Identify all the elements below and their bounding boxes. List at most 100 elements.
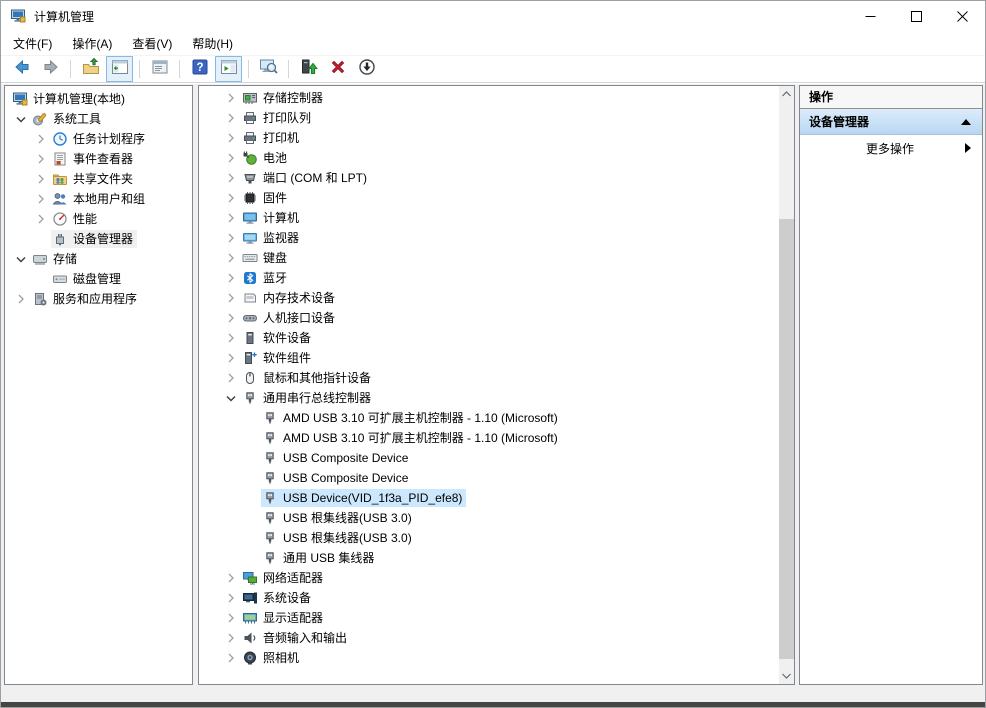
chevron-collapsed-icon[interactable] bbox=[221, 310, 241, 326]
chevron-collapsed-icon[interactable] bbox=[221, 270, 241, 286]
row-content[interactable]: AMD USB 3.10 可扩展主机控制器 - 1.10 (Microsoft) bbox=[261, 409, 562, 427]
row-content[interactable]: 人机接口设备 bbox=[241, 309, 339, 327]
row-content[interactable]: 性能 bbox=[51, 210, 101, 228]
forward-button[interactable] bbox=[37, 56, 64, 82]
vertical-scrollbar[interactable] bbox=[779, 86, 794, 684]
tree-row[interactable]: 服务和应用程序 bbox=[5, 289, 192, 309]
row-content[interactable]: USB 根集线器(USB 3.0) bbox=[261, 529, 416, 547]
chevron-collapsed-icon[interactable] bbox=[221, 610, 241, 626]
tree-row[interactable]: 软件组件 bbox=[199, 348, 779, 368]
row-content[interactable]: 系统工具 bbox=[31, 110, 105, 128]
tree-row[interactable]: 软件设备 bbox=[199, 328, 779, 348]
row-content[interactable]: 照相机 bbox=[241, 649, 303, 667]
chevron-collapsed-icon[interactable] bbox=[221, 170, 241, 186]
tree-row[interactable]: 通用 USB 集线器 bbox=[199, 548, 779, 568]
chevron-collapsed-icon[interactable] bbox=[221, 630, 241, 646]
chevron-collapsed-icon[interactable] bbox=[31, 131, 51, 147]
selected-row-content[interactable]: 设备管理器 bbox=[51, 230, 137, 248]
tree-row[interactable]: 照相机 bbox=[199, 648, 779, 668]
row-content[interactable]: 电池 bbox=[241, 149, 291, 167]
update-driver-button[interactable] bbox=[295, 56, 322, 82]
tree-row[interactable]: 系统工具 bbox=[5, 109, 192, 129]
show-console-tree-button[interactable] bbox=[106, 56, 133, 82]
tree-row[interactable]: 计算机 bbox=[199, 208, 779, 228]
row-content[interactable]: 蓝牙 bbox=[241, 269, 291, 287]
tree-row[interactable]: 电池 bbox=[199, 148, 779, 168]
help-button[interactable]: ? bbox=[186, 56, 213, 82]
row-content[interactable]: 键盘 bbox=[241, 249, 291, 267]
row-content[interactable]: 监视器 bbox=[241, 229, 303, 247]
row-content[interactable]: 共享文件夹 bbox=[51, 170, 137, 188]
tree-row[interactable]: 打印机 bbox=[199, 128, 779, 148]
row-content[interactable]: 端口 (COM 和 LPT) bbox=[241, 169, 371, 187]
show-action-pane-button[interactable] bbox=[215, 56, 242, 82]
back-button[interactable] bbox=[8, 56, 35, 82]
chevron-collapsed-icon[interactable] bbox=[221, 570, 241, 586]
chevron-collapsed-icon[interactable] bbox=[221, 90, 241, 106]
tree-row[interactable]: 内存技术设备 bbox=[199, 288, 779, 308]
tree-row[interactable]: 显示适配器 bbox=[199, 608, 779, 628]
chevron-collapsed-icon[interactable] bbox=[221, 330, 241, 346]
scroll-down-button[interactable] bbox=[779, 668, 794, 684]
menu-item-2[interactable]: 操作(A) bbox=[62, 31, 122, 56]
chevron-expanded-icon[interactable] bbox=[11, 251, 31, 267]
menu-item-3[interactable]: 查看(V) bbox=[122, 31, 182, 56]
disable-device-button[interactable] bbox=[353, 56, 380, 82]
tree-row[interactable]: 本地用户和组 bbox=[5, 189, 192, 209]
scroll-up-button[interactable] bbox=[779, 86, 794, 102]
tree-row[interactable]: AMD USB 3.10 可扩展主机控制器 - 1.10 (Microsoft) bbox=[199, 408, 779, 428]
tree-row[interactable]: 设备管理器 bbox=[5, 229, 192, 249]
tree-row[interactable]: 音频输入和输出 bbox=[199, 628, 779, 648]
chevron-expanded-icon[interactable] bbox=[221, 390, 241, 406]
row-content[interactable]: 显示适配器 bbox=[241, 609, 327, 627]
row-content[interactable]: 通用 USB 集线器 bbox=[261, 549, 378, 567]
row-content[interactable]: 固件 bbox=[241, 189, 291, 207]
close-button[interactable] bbox=[939, 1, 985, 31]
row-content[interactable]: 打印机 bbox=[241, 129, 303, 147]
minimize-button[interactable] bbox=[847, 1, 893, 31]
chevron-collapsed-icon[interactable] bbox=[221, 290, 241, 306]
tree-row[interactable]: 系统设备 bbox=[199, 588, 779, 608]
row-content[interactable]: 鼠标和其他指针设备 bbox=[241, 369, 375, 387]
row-content[interactable]: 打印队列 bbox=[241, 109, 315, 127]
menu-item-4[interactable]: 帮助(H) bbox=[182, 31, 243, 56]
tree-row[interactable]: 性能 bbox=[5, 209, 192, 229]
tree-row[interactable]: AMD USB 3.10 可扩展主机控制器 - 1.10 (Microsoft) bbox=[199, 428, 779, 448]
chevron-collapsed-icon[interactable] bbox=[221, 350, 241, 366]
tree-row[interactable]: USB 根集线器(USB 3.0) bbox=[199, 508, 779, 528]
row-content[interactable]: 本地用户和组 bbox=[51, 190, 149, 208]
tree-row[interactable]: USB Composite Device bbox=[199, 468, 779, 488]
scan-hardware-changes-button[interactable] bbox=[255, 56, 282, 82]
chevron-collapsed-icon[interactable] bbox=[31, 171, 51, 187]
selected-row-content[interactable]: USB Device(VID_1f3a_PID_efe8) bbox=[261, 489, 466, 507]
row-content[interactable]: 软件组件 bbox=[241, 349, 315, 367]
row-content[interactable]: USB Composite Device bbox=[261, 469, 412, 487]
row-content[interactable]: 事件查看器 bbox=[51, 150, 137, 168]
tree-row[interactable]: 人机接口设备 bbox=[199, 308, 779, 328]
row-content[interactable]: 音频输入和输出 bbox=[241, 629, 351, 647]
chevron-collapsed-icon[interactable] bbox=[31, 151, 51, 167]
tree-row[interactable]: 磁盘管理 bbox=[5, 269, 192, 289]
row-content[interactable]: 任务计划程序 bbox=[51, 130, 149, 148]
uninstall-device-button[interactable] bbox=[324, 56, 351, 82]
chevron-collapsed-icon[interactable] bbox=[221, 210, 241, 226]
tree-row[interactable]: 蓝牙 bbox=[199, 268, 779, 288]
chevron-collapsed-icon[interactable] bbox=[221, 110, 241, 126]
more-actions-item[interactable]: 更多操作 bbox=[800, 135, 982, 161]
properties-button[interactable] bbox=[146, 56, 173, 82]
row-content[interactable]: 存储控制器 bbox=[241, 89, 327, 107]
tree-row[interactable]: 打印队列 bbox=[199, 108, 779, 128]
tree-row[interactable]: USB 根集线器(USB 3.0) bbox=[199, 528, 779, 548]
row-content[interactable]: 存储 bbox=[31, 250, 81, 268]
tree-row[interactable]: 键盘 bbox=[199, 248, 779, 268]
chevron-collapsed-icon[interactable] bbox=[221, 370, 241, 386]
row-content[interactable]: 内存技术设备 bbox=[241, 289, 339, 307]
menu-item-1[interactable]: 文件(F) bbox=[3, 31, 62, 56]
tree-row[interactable]: 事件查看器 bbox=[5, 149, 192, 169]
chevron-collapsed-icon[interactable] bbox=[221, 190, 241, 206]
tree-row[interactable]: 共享文件夹 bbox=[5, 169, 192, 189]
row-content[interactable]: AMD USB 3.10 可扩展主机控制器 - 1.10 (Microsoft) bbox=[261, 429, 562, 447]
actions-section-device-manager[interactable]: 设备管理器 bbox=[800, 109, 982, 135]
maximize-button[interactable] bbox=[893, 1, 939, 31]
tree-row[interactable]: 计算机管理(本地) bbox=[5, 89, 192, 109]
